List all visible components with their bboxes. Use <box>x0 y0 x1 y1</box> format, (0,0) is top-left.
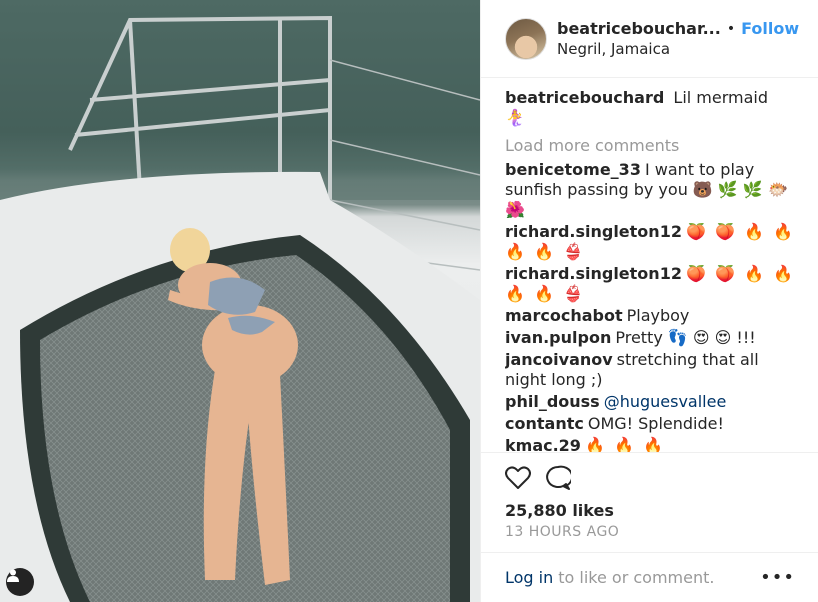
comment-item: kmac.29 🔥 🔥 🔥 <box>505 436 795 452</box>
follow-button[interactable]: Follow <box>741 19 799 38</box>
comment-item: marcochabot Playboy <box>505 306 795 326</box>
avatar[interactable] <box>505 17 547 60</box>
post-side-panel: beatricebouchar... • Follow Negril, Jama… <box>480 0 818 602</box>
caption-emoji: 🧜‍♀️ <box>505 108 527 127</box>
comment-username[interactable]: richard.singleton12 <box>505 222 682 241</box>
comment-mention[interactable]: @huguesvallee <box>604 392 727 411</box>
header-row: beatricebouchar... • Follow <box>557 19 799 38</box>
login-bar: Log in to like or comment. ••• <box>481 552 818 602</box>
comment-item: richard.singleton12 🍑 🍑 🔥 🔥 🔥 🔥 👙 <box>505 222 795 262</box>
comment-item: contantc OMG! Splendide! <box>505 414 795 434</box>
post-timestamp[interactable]: 13 HOURS AGO <box>505 524 795 540</box>
photo-illustration <box>0 0 480 602</box>
comment-username[interactable]: benicetome_33 <box>505 160 641 179</box>
comment-text: OMG! Splendide! <box>587 414 724 433</box>
comment-item: richard.singleton12 🍑 🍑 🔥 🔥 🔥 🔥 👙 <box>505 264 795 304</box>
like-button[interactable] <box>505 466 531 490</box>
comment-bubble-icon <box>546 465 571 490</box>
comment-username[interactable]: kmac.29 <box>505 436 581 452</box>
person-tag-icon <box>7 569 19 582</box>
caption-text: Lil mermaid <box>673 88 769 107</box>
comment-text: Playboy <box>626 306 690 325</box>
likes-count[interactable]: 25,880 likes <box>505 501 795 520</box>
load-more-comments-button[interactable]: Load more comments <box>505 136 795 156</box>
login-prompt-text: to like or comment. <box>558 568 715 587</box>
caption-username[interactable]: beatricebouchard <box>505 88 664 107</box>
comments-list[interactable]: beatricebouchard Lil mermaid 🧜‍♀️ Load m… <box>505 88 795 452</box>
tagged-people-button[interactable] <box>6 568 34 596</box>
comment-item: jancoivanov stretching that all night lon… <box>505 350 795 390</box>
comment-text: Pretty 👣 😍 😍 !!! <box>615 328 756 347</box>
comment-item: phil_douss @huguesvallee <box>505 392 795 412</box>
more-options-icon[interactable]: ••• <box>760 567 795 588</box>
comment-username[interactable]: contantc <box>505 414 584 433</box>
comment-item: ivan.pulpon Pretty 👣 😍 😍 !!! <box>505 328 795 348</box>
post-photo[interactable] <box>0 0 480 602</box>
comment-username[interactable]: phil_douss <box>505 392 600 411</box>
comment-username[interactable]: richard.singleton12 <box>505 264 682 283</box>
comment-username[interactable]: jancoivanov <box>505 350 613 369</box>
heart-icon <box>505 466 531 489</box>
location-link[interactable]: Negril, Jamaica <box>557 40 799 58</box>
header-text: beatricebouchar... • Follow Negril, Jama… <box>557 19 799 58</box>
header-separator: • <box>726 20 736 37</box>
caption: beatricebouchard Lil mermaid 🧜‍♀️ <box>505 88 795 128</box>
comment-item: benicetome_33 I want to play sunfish pass… <box>505 160 795 220</box>
comment-button[interactable] <box>545 465 571 491</box>
action-icons <box>505 463 795 493</box>
post-container: beatricebouchar... • Follow Negril, Jama… <box>0 0 818 602</box>
header-username[interactable]: beatricebouchar... <box>557 19 721 38</box>
login-link[interactable]: Log in <box>505 568 553 587</box>
comment-username[interactable]: ivan.pulpon <box>505 328 611 347</box>
post-actions: 25,880 likes 13 HOURS AGO <box>481 452 818 540</box>
comment-username[interactable]: marcochabot <box>505 306 623 325</box>
post-header: beatricebouchar... • Follow Negril, Jama… <box>481 0 818 78</box>
comment-text: 🔥 🔥 🔥 <box>584 436 665 452</box>
